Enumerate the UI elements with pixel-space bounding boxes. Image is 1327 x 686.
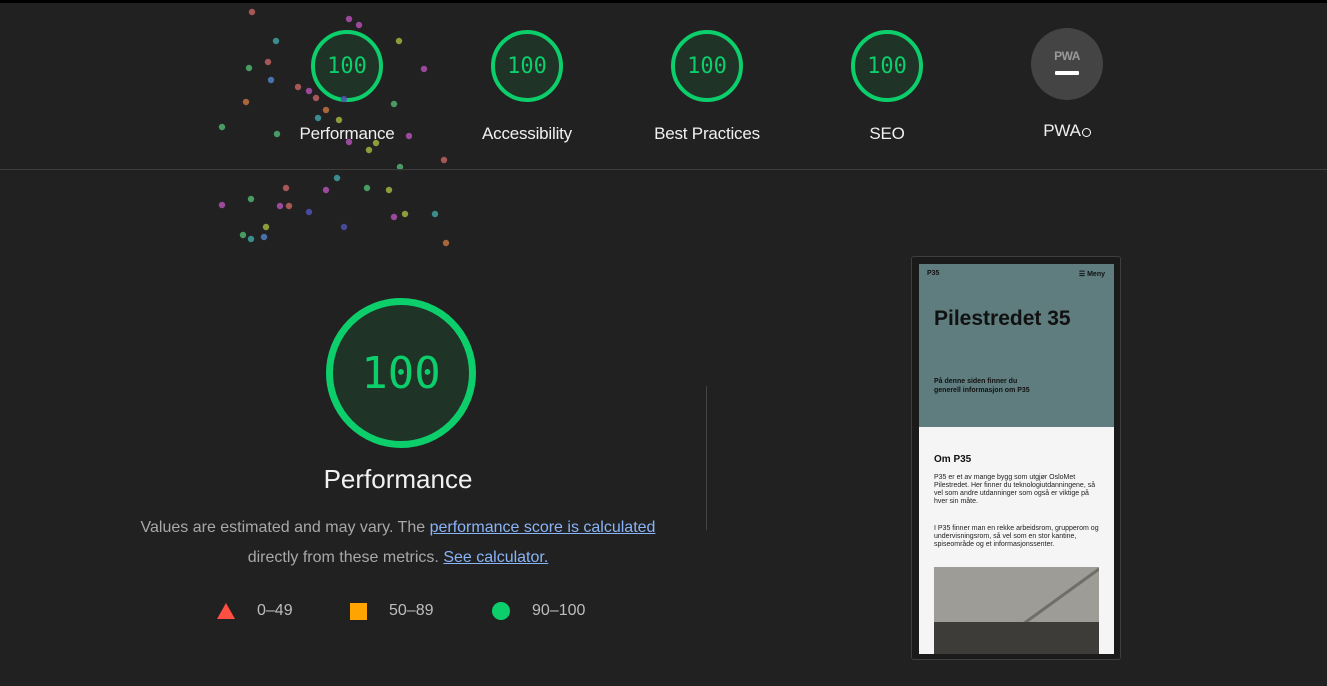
page-screenshot: P35 ☰ Meny Pilestredet 35 På denne siden… bbox=[919, 264, 1114, 654]
confetti-dot bbox=[239, 231, 247, 239]
confetti-dot bbox=[247, 235, 255, 243]
score-legend: 0–49 50–89 90–100 bbox=[0, 602, 1327, 626]
gauge-best-practices[interactable]: 100 Best Practices bbox=[632, 30, 782, 144]
gauge-label: Accessibility bbox=[482, 124, 572, 143]
pwa-badge: PWA bbox=[1031, 28, 1103, 100]
pwa-label: PWA bbox=[1043, 121, 1081, 140]
confetti-dot bbox=[282, 184, 290, 192]
score-ring: 100 bbox=[851, 30, 923, 102]
screenshot-menu: ☰ Meny bbox=[1078, 271, 1105, 278]
confetti-dot bbox=[431, 210, 439, 218]
confetti-dot bbox=[247, 195, 255, 203]
screenshot-brand: P35 bbox=[927, 270, 940, 277]
confetti-dot bbox=[333, 174, 341, 182]
gauge-label: Performance bbox=[299, 124, 395, 143]
gauge-seo[interactable]: 100 SEO bbox=[812, 30, 962, 144]
legend-range: 50–89 bbox=[389, 602, 434, 619]
score-value: 100 bbox=[327, 53, 367, 79]
circle-icon bbox=[492, 602, 510, 620]
confetti-dot bbox=[218, 201, 226, 209]
cursor-ring-icon bbox=[1081, 128, 1091, 137]
confetti-dot bbox=[390, 213, 398, 221]
performance-score-value: 100 bbox=[361, 347, 441, 399]
final-screenshot[interactable]: P35 ☰ Meny Pilestredet 35 På denne siden… bbox=[911, 256, 1121, 660]
screenshot-hero-subtitle: På denne siden finner du generell inform… bbox=[934, 378, 1030, 394]
performance-description: Values are estimated and may vary. The p… bbox=[118, 513, 678, 573]
legend-range: 90–100 bbox=[532, 602, 586, 619]
dash-icon bbox=[1055, 71, 1079, 75]
screenshot-paragraph: I P35 finner man en rekke arbeidsrom, gr… bbox=[934, 525, 1099, 548]
legend-pass: 90–100 bbox=[492, 602, 585, 620]
legend-average: 50–89 bbox=[350, 602, 434, 620]
score-ring: 100 bbox=[671, 30, 743, 102]
screenshot-paragraph: P35 er et av mange bygg som utgjør OsloM… bbox=[934, 474, 1096, 505]
desc-text: Values are estimated and may vary. The bbox=[140, 519, 430, 536]
confetti-dot bbox=[322, 186, 330, 194]
score-calculated-link[interactable]: performance score is calculated bbox=[430, 519, 656, 536]
gauge-accessibility[interactable]: 100 Accessibility bbox=[452, 30, 602, 144]
triangle-icon bbox=[217, 603, 235, 619]
confetti-dot bbox=[260, 233, 268, 241]
section-divider bbox=[706, 386, 707, 530]
confetti-dot bbox=[340, 223, 348, 231]
performance-title: Performance bbox=[323, 464, 473, 494]
gauge-label: Best Practices bbox=[654, 124, 760, 143]
performance-score-gauge: 100 bbox=[326, 298, 476, 448]
confetti-dot bbox=[276, 202, 284, 210]
screenshot-hero-title: Pilestredet 35 bbox=[934, 307, 1071, 330]
legend-range: 0–49 bbox=[257, 602, 293, 619]
header-divider bbox=[0, 169, 1327, 170]
gauge-label: PWA bbox=[992, 121, 1142, 141]
confetti-dot bbox=[442, 239, 450, 247]
screenshot-photo bbox=[934, 567, 1099, 654]
score-value: 100 bbox=[507, 53, 547, 79]
screenshot-hero: P35 ☰ Meny Pilestredet 35 På denne siden… bbox=[919, 264, 1114, 427]
confetti-dot bbox=[363, 184, 371, 192]
pwa-logo-icon: PWA bbox=[1054, 49, 1080, 63]
confetti-dot bbox=[285, 202, 293, 210]
score-value: 100 bbox=[867, 53, 907, 79]
score-ring: 100 bbox=[311, 30, 383, 102]
score-value: 100 bbox=[687, 53, 727, 79]
screenshot-section-title: Om P35 bbox=[934, 454, 972, 465]
gauge-performance[interactable]: 100 Performance bbox=[272, 30, 422, 144]
score-header: 100 Performance 100 Accessibility 100 Be… bbox=[0, 3, 1327, 169]
confetti-dot bbox=[401, 210, 409, 218]
legend-fail: 0–49 bbox=[217, 602, 293, 620]
square-icon bbox=[350, 602, 367, 620]
confetti-dot bbox=[385, 186, 393, 194]
see-calculator-link[interactable]: See calculator. bbox=[443, 549, 548, 566]
gauge-label: SEO bbox=[869, 124, 905, 143]
score-ring: 100 bbox=[491, 30, 563, 102]
confetti-dot bbox=[305, 208, 313, 216]
desc-text-2: directly from these metrics. bbox=[247, 549, 444, 566]
confetti-dot bbox=[262, 223, 270, 231]
gauge-pwa[interactable]: PWA PWA bbox=[992, 28, 1142, 141]
